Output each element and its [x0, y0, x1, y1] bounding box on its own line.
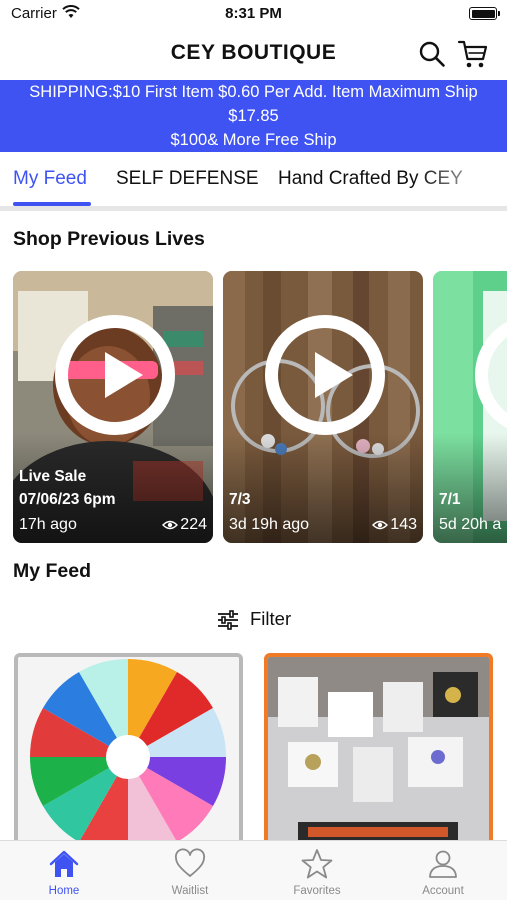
- account-icon: [429, 850, 457, 878]
- product-image: [268, 657, 489, 844]
- banner-line: $100& More Free Ship: [170, 131, 337, 149]
- nav-account-label: Account: [422, 885, 464, 897]
- play-icon[interactable]: [265, 315, 385, 435]
- app-header: CEY BOUTIQUE: [0, 28, 507, 80]
- live-date: 7/3: [229, 491, 251, 508]
- view-count-value: 143: [390, 516, 417, 533]
- tab-my-feed[interactable]: My Feed: [13, 168, 87, 190]
- live-card[interactable]: Live Sale 07/06/23 6pm 17h ago 224: [13, 271, 213, 543]
- feed-section-title: My Feed: [13, 560, 92, 582]
- nav-home[interactable]: Home: [14, 841, 114, 900]
- category-tabs: My Feed SELF DEFENSE Hand Crafted By CEY: [0, 152, 507, 208]
- play-icon[interactable]: [55, 315, 175, 435]
- product-image: [18, 657, 239, 844]
- live-card[interactable]: 7/1 5d 20h a: [433, 271, 507, 543]
- eye-icon: [372, 520, 389, 530]
- product-card[interactable]: [14, 653, 243, 848]
- live-age: 3d 19h ago: [229, 516, 310, 533]
- divider: [0, 206, 507, 211]
- search-icon[interactable]: [418, 40, 446, 68]
- view-count: 224: [162, 516, 207, 534]
- filter-label: Filter: [250, 608, 292, 629]
- live-age: 5d 20h a: [439, 516, 502, 533]
- product-card[interactable]: [264, 653, 493, 848]
- banner-line: SHIPPING:$10 First Item $0.60 Per Add. I…: [29, 83, 478, 101]
- status-bar: Carrier 8:31 PM: [0, 0, 507, 28]
- eye-icon: [162, 520, 179, 530]
- banner-line: $17.85: [228, 107, 279, 125]
- sliders-icon: [218, 610, 238, 630]
- nav-favorites-label: Favorites: [293, 885, 341, 897]
- view-count-value: 224: [180, 516, 207, 533]
- view-count: 143: [372, 516, 417, 534]
- live-date: 7/1: [439, 491, 461, 508]
- nav-account[interactable]: Account: [393, 841, 493, 900]
- shipping-banner: SHIPPING:$10 First Item $0.60 Per Add. I…: [0, 80, 507, 152]
- star-icon: [301, 849, 333, 879]
- live-age: 17h ago: [19, 516, 77, 533]
- home-icon: [49, 850, 79, 877]
- live-title: Live Sale: [19, 468, 87, 485]
- clock: 8:31 PM: [225, 5, 282, 22]
- lives-section-title: Shop Previous Lives: [13, 228, 205, 250]
- nav-waitlist[interactable]: Waitlist: [140, 841, 240, 900]
- bottom-nav: Home Waitlist Favorites Account: [0, 840, 507, 900]
- live-date: 07/06/23 6pm: [19, 491, 116, 508]
- tabs-fade: [417, 152, 507, 208]
- heart-icon: [174, 848, 206, 877]
- nav-waitlist-label: Waitlist: [171, 885, 209, 897]
- live-card[interactable]: 7/3 3d 19h ago 143: [223, 271, 423, 543]
- battery-icon: [469, 7, 500, 20]
- cart-icon[interactable]: [457, 38, 489, 70]
- nav-home-label: Home: [48, 885, 80, 897]
- nav-favorites[interactable]: Favorites: [267, 841, 367, 900]
- previous-lives-carousel[interactable]: Live Sale 07/06/23 6pm 17h ago 224 7/3 3…: [13, 271, 507, 544]
- tab-self-defense[interactable]: SELF DEFENSE: [116, 168, 259, 190]
